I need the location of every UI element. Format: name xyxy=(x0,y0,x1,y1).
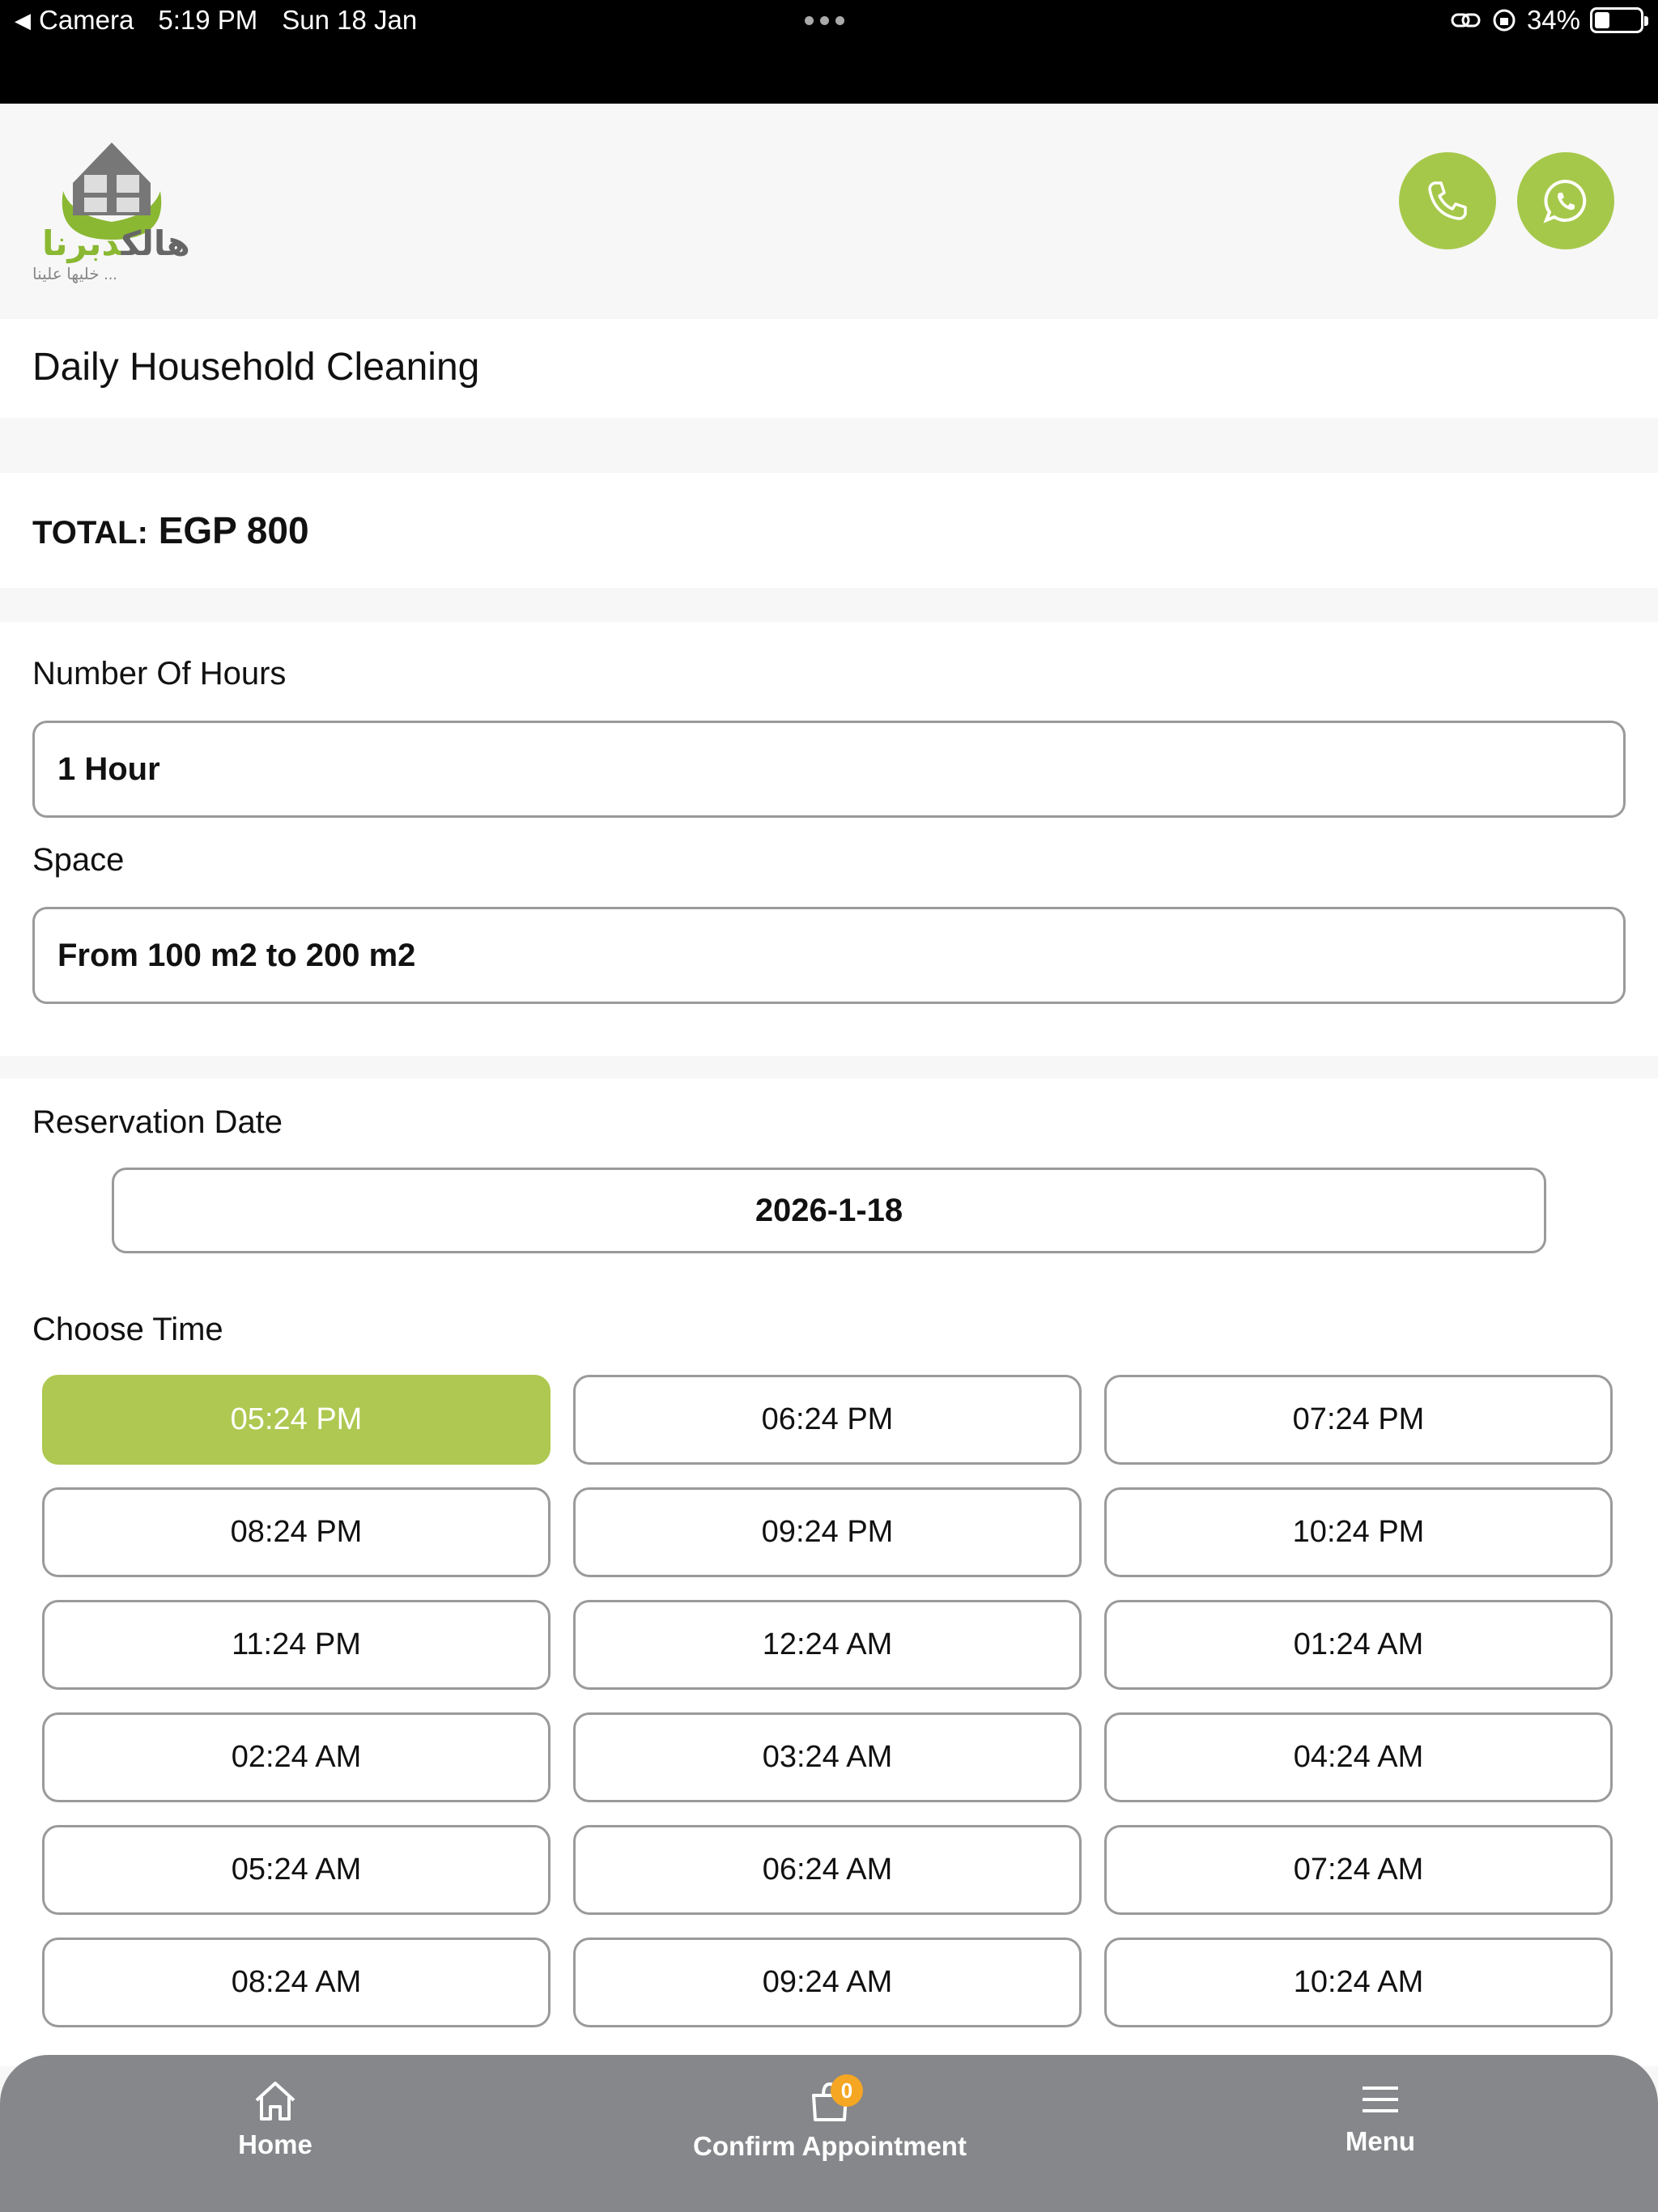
status-bar: ◀ Camera 5:19 PM Sun 18 Jan 34% xyxy=(0,0,1658,104)
reservation-date-input[interactable]: 2026-1-18 xyxy=(112,1168,1546,1253)
whatsapp-icon xyxy=(1543,179,1587,223)
total-section: TOTAL: EGP 800 xyxy=(0,473,1658,588)
nav-home[interactable]: Home xyxy=(235,2079,316,2160)
call-button[interactable] xyxy=(1399,152,1496,249)
status-left: ◀ Camera 5:19 PM Sun 18 Jan xyxy=(15,5,417,36)
nav-home-label: Home xyxy=(238,2129,312,2159)
choose-time-label: Choose Time xyxy=(32,1312,223,1347)
status-date: Sun 18 Jan xyxy=(282,5,418,35)
time-slot-button[interactable]: 10:24 PM xyxy=(1104,1487,1613,1577)
nav-confirm-label: Confirm Appointment xyxy=(693,2131,967,2161)
nav-menu-label: Menu xyxy=(1345,2126,1416,2156)
time-slot-button[interactable]: 03:24 AM xyxy=(573,1712,1082,1802)
logo-tagline: خليها علينا ... xyxy=(32,266,117,283)
orientation-lock-icon xyxy=(1493,9,1516,32)
time-slot-button[interactable]: 07:24 AM xyxy=(1104,1825,1613,1915)
time-slot-button[interactable]: 01:24 AM xyxy=(1104,1600,1613,1690)
page-title: Daily Household Cleaning xyxy=(32,346,480,389)
time-slot-button[interactable]: 06:24 PM xyxy=(573,1375,1082,1465)
app-header: هالكدبرنا خليها علينا ... xyxy=(0,104,1658,317)
time-slot-button[interactable]: 10:24 AM xyxy=(1104,1938,1613,2027)
total-label: TOTAL: xyxy=(32,515,148,551)
status-time: 5:19 PM xyxy=(158,5,258,35)
bottom-navigation: Home 0 Confirm Appointment Menu xyxy=(0,2055,1658,2212)
multitask-dots-icon[interactable] xyxy=(805,16,844,25)
battery-icon xyxy=(1590,7,1648,33)
cart-count-badge: 0 xyxy=(831,2074,863,2107)
time-slot-button[interactable]: 08:24 AM xyxy=(42,1938,551,2027)
space-select[interactable]: From 100 m2 to 200 m2 xyxy=(32,907,1626,1004)
time-slot-button[interactable]: 08:24 PM xyxy=(42,1487,551,1577)
options-form: Number Of Hours 1 Hour Space From 100 m2… xyxy=(0,622,1658,1056)
logo-wordmark: هالكدبرنا xyxy=(42,224,190,262)
service-title-section: Daily Household Cleaning xyxy=(0,319,1658,418)
battery-percent: 34% xyxy=(1526,5,1580,35)
whatsapp-button[interactable] xyxy=(1517,152,1614,249)
total-value: EGP 800 xyxy=(158,509,309,551)
hours-label: Number Of Hours xyxy=(32,656,287,691)
back-app-label[interactable]: Camera xyxy=(39,5,134,36)
time-slot-button[interactable]: 12:24 AM xyxy=(573,1600,1082,1690)
time-slot-button[interactable]: 09:24 AM xyxy=(573,1938,1082,2027)
time-slot-button[interactable]: 06:24 AM xyxy=(573,1825,1082,1915)
time-slot-button[interactable]: 04:24 AM xyxy=(1104,1712,1613,1802)
reservation-section: Reservation Date 2026-1-18 Choose Time 0… xyxy=(0,1078,1658,2066)
hours-select[interactable]: 1 Hour xyxy=(32,721,1626,818)
time-slot-button[interactable]: 05:24 PM xyxy=(42,1375,551,1465)
time-slot-button[interactable]: 02:24 AM xyxy=(42,1712,551,1802)
nav-confirm-appointment[interactable]: 0 Confirm Appointment xyxy=(664,2074,996,2162)
time-slot-button[interactable]: 11:24 PM xyxy=(42,1600,551,1690)
hamburger-menu-icon xyxy=(1363,2087,1398,2112)
total-price: TOTAL: EGP 800 xyxy=(32,508,309,552)
space-label: Space xyxy=(32,842,125,878)
time-slot-button[interactable]: 05:24 AM xyxy=(42,1825,551,1915)
phone-icon xyxy=(1428,181,1467,220)
reservation-date-label: Reservation Date xyxy=(32,1104,283,1140)
time-slot-button[interactable]: 09:24 PM xyxy=(573,1487,1082,1577)
back-arrow-icon[interactable]: ◀ xyxy=(15,8,31,33)
time-slot-grid: 05:24 PM 06:24 PM 07:24 PM 08:24 PM 09:24 PM… xyxy=(42,1375,1616,2027)
time-slot-button[interactable]: 07:24 PM xyxy=(1104,1375,1613,1465)
home-icon xyxy=(255,2082,295,2121)
nav-menu[interactable]: Menu xyxy=(1336,2079,1425,2157)
status-right: 34% xyxy=(1451,5,1648,36)
link-icon xyxy=(1451,13,1481,28)
